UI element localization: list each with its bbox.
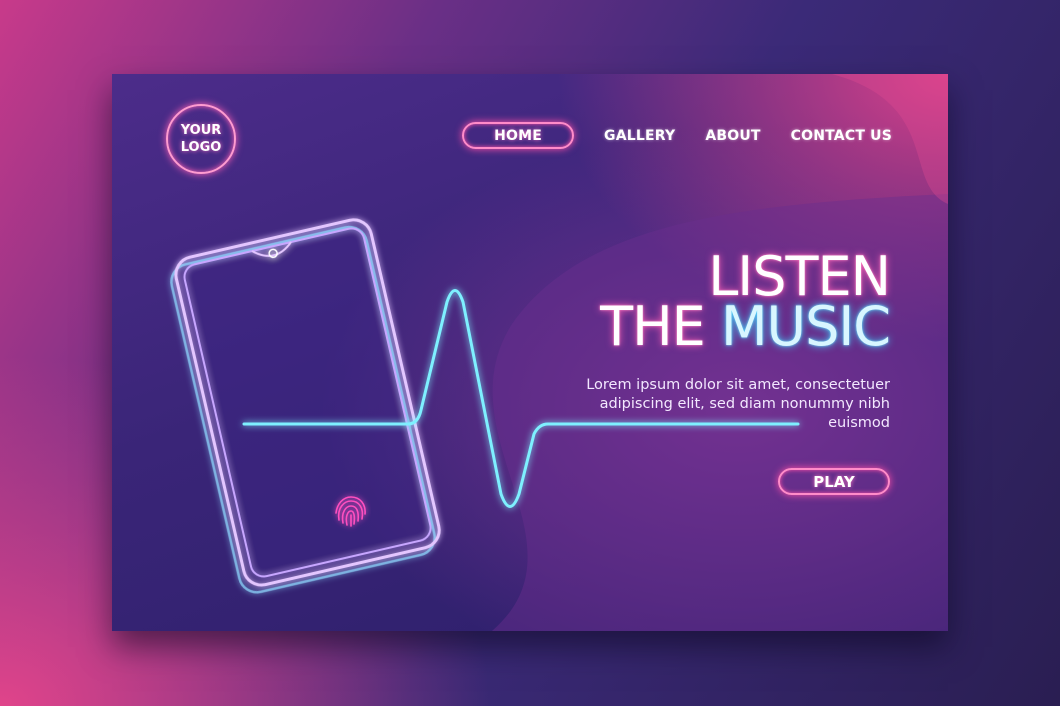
hero-title-music: MUSIC bbox=[720, 295, 891, 358]
landing-card: YOUR LOGO HOME GALLERY ABOUT CONTACT US … bbox=[112, 74, 948, 631]
logo-text-line2: LOGO bbox=[180, 140, 222, 155]
logo-text-line1: YOUR bbox=[180, 123, 222, 138]
logo[interactable]: YOUR LOGO bbox=[166, 104, 236, 174]
main-nav: HOME GALLERY ABOUT CONTACT US bbox=[462, 122, 892, 149]
nav-about[interactable]: ABOUT bbox=[705, 128, 760, 144]
hero-title: LISTEN THE MUSIC bbox=[600, 250, 891, 358]
nav-home[interactable]: HOME bbox=[462, 122, 575, 149]
nav-contact-us[interactable]: CONTACT US bbox=[791, 128, 892, 144]
play-button[interactable]: PLAY bbox=[778, 468, 890, 495]
hero-description: Lorem ipsum dolor sit amet, consectetuer… bbox=[586, 377, 890, 431]
nav-gallery[interactable]: GALLERY bbox=[604, 128, 675, 144]
smartphone-icon bbox=[170, 218, 441, 594]
hero-title-the: THE bbox=[600, 295, 706, 358]
